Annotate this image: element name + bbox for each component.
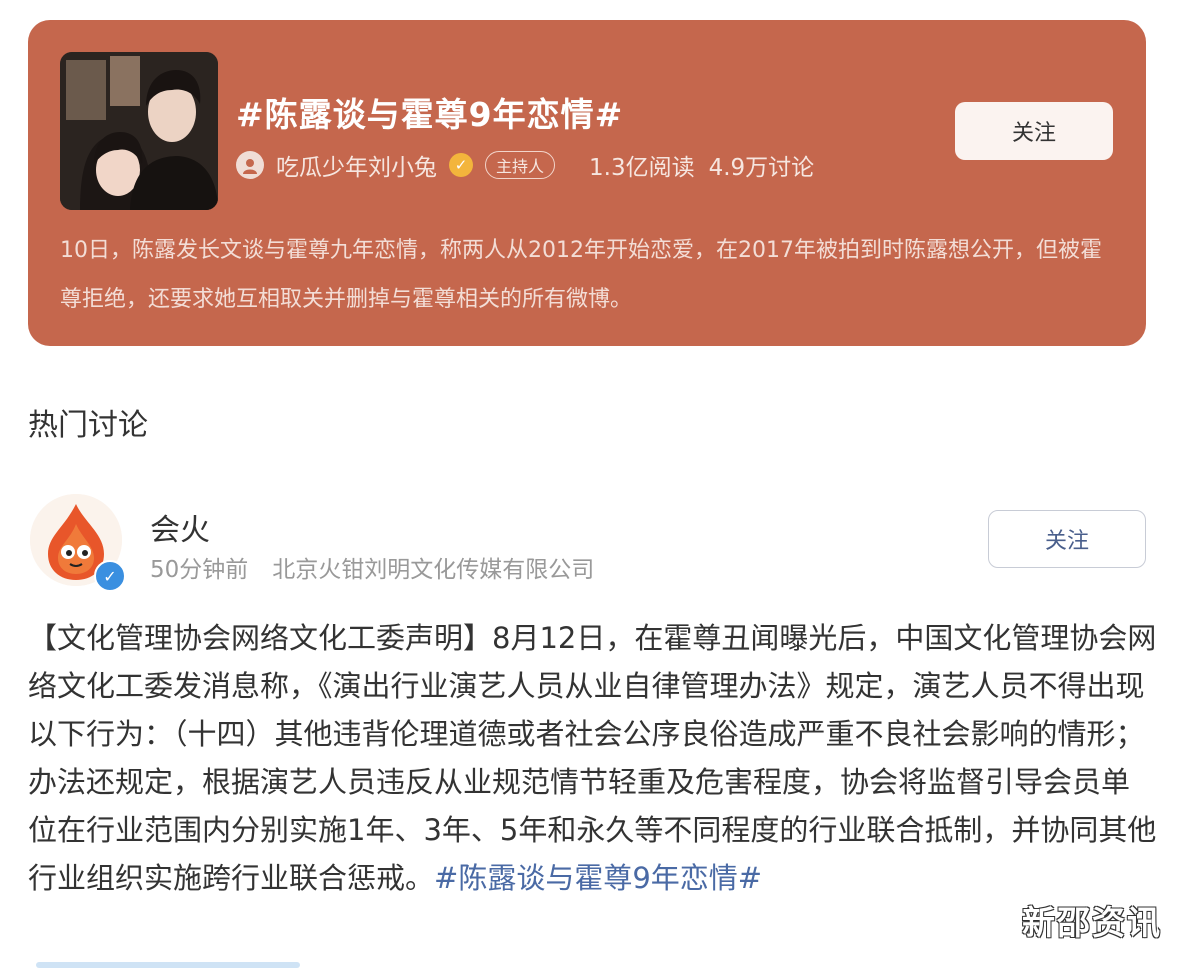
host-badge: 主持人: [485, 151, 556, 179]
verified-gold-icon: ✓: [449, 153, 473, 177]
topic-discussions: 4.9万讨论: [708, 155, 815, 181]
topic-cover-image: [60, 52, 218, 210]
watermark: 新邵资讯: [1022, 903, 1162, 942]
follow-topic-button[interactable]: 关注: [955, 102, 1113, 160]
post-hashtag-link[interactable]: #陈露谈与霍尊9年恋情#: [434, 861, 762, 895]
post-body: 【文化管理协会网络文化工委声明】8月12日，在霍尊丑闻曝光后，中国文化管理协会网…: [28, 614, 1158, 902]
topic-description: 10日，陈露发长文谈与霍尊九年恋情，称两人从2012年开始恋爱，在2017年被拍…: [60, 238, 1102, 312]
post-author-name[interactable]: 会火: [150, 505, 210, 549]
verified-blue-icon: ✓: [94, 560, 126, 592]
post-text: 【文化管理协会网络文化工委声明】8月12日，在霍尊丑闻曝光后，中国文化管理协会网…: [28, 621, 1157, 895]
topic-host-row: 吃瓜少年刘小兔 ✓ 主持人 1.3亿阅读 4.9万讨论: [236, 148, 814, 182]
topic-reads: 1.3亿阅读: [589, 155, 695, 181]
bottom-scroll-indicator: [36, 962, 300, 968]
post-source: 北京火钳刘明文化传媒有限公司: [272, 557, 595, 583]
topic-title: #陈露谈与霍尊9年恋情#: [236, 95, 624, 134]
host-avatar[interactable]: [236, 151, 264, 179]
host-name[interactable]: 吃瓜少年刘小兔: [276, 148, 437, 182]
post-time: 50分钟前: [150, 557, 249, 583]
post-meta: 50分钟前 北京火钳刘明文化传媒有限公司: [150, 550, 594, 584]
topic-card: #陈露谈与霍尊9年恋情# 吃瓜少年刘小兔 ✓ 主持人 1.3亿阅读 4.9万讨论…: [28, 20, 1146, 346]
follow-user-button[interactable]: 关注: [988, 510, 1146, 568]
section-title-hot-discussion: 热门讨论: [28, 408, 148, 443]
